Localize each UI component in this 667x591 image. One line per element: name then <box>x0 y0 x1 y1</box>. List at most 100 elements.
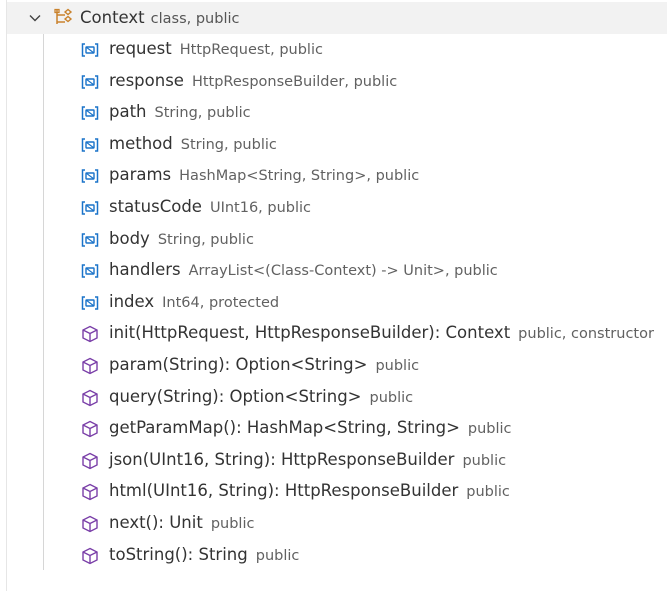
member-label: toString(): String <box>109 544 248 564</box>
outline-method-item[interactable]: param(String): Option<String> public <box>7 350 667 381</box>
method-icon-glyph <box>82 357 98 375</box>
method-icon <box>80 483 100 501</box>
method-icon <box>80 515 100 533</box>
method-icon-glyph <box>82 484 98 501</box>
outline-item-text: init(HttpRequest, HttpResponseBuilder): … <box>109 323 654 342</box>
field-icon-glyph <box>81 296 99 310</box>
member-detail: String, public <box>157 231 254 248</box>
member-detail: String, public <box>154 105 251 122</box>
member-label: json(UInt16, String): HttpResponseBuilde… <box>109 449 455 469</box>
method-icon <box>80 452 100 470</box>
member-detail: public <box>375 358 420 374</box>
member-detail: public <box>462 452 507 469</box>
outline-field-item[interactable]: body String, public <box>7 224 667 255</box>
outline-item-text: body String, public <box>109 229 254 248</box>
field-icon-glyph <box>81 106 99 120</box>
outline-field-item[interactable]: statusCode UInt16, public <box>7 192 667 223</box>
field-icon-glyph <box>81 43 99 57</box>
outline-method-item[interactable]: query(String): Option<String> public <box>7 382 667 413</box>
member-detail: Int64, protected <box>162 294 280 311</box>
method-icon <box>80 325 100 343</box>
method-icon <box>80 420 100 438</box>
method-icon <box>80 389 100 407</box>
outline-item-text: path String, public <box>109 102 251 121</box>
member-label: init(HttpRequest, HttpResponseBuilder): … <box>109 323 511 343</box>
outline-method-item[interactable]: html(UInt16, String): HttpResponseBuilde… <box>7 476 667 507</box>
field-icon-glyph <box>81 169 99 184</box>
outline-method-item[interactable]: getParamMap(): HashMap<String, String> pu… <box>7 413 667 444</box>
field-icon-glyph <box>81 201 99 215</box>
member-label: path <box>109 102 147 122</box>
outline-item-text: statusCode UInt16, public <box>109 197 311 216</box>
outline-item-text: params HashMap<String, String>, public <box>109 165 419 184</box>
member-label: handlers <box>109 260 181 280</box>
member-detail: HttpResponseBuilder, public <box>191 73 398 90</box>
member-detail: public <box>466 484 510 501</box>
outline-field-item[interactable]: path String, public <box>7 97 667 128</box>
outline-item-text: json(UInt16, String): HttpResponseBuilde… <box>109 450 506 469</box>
member-label: param(String): Option<String> <box>109 355 368 374</box>
member-label: query(String): Option<String> <box>109 386 362 406</box>
field-icon <box>80 73 100 91</box>
member-detail: public <box>255 547 300 564</box>
field-icon-glyph <box>81 264 99 278</box>
field-icon-glyph <box>81 138 99 152</box>
method-icon-glyph <box>82 389 98 406</box>
outline-field-item[interactable]: index Int64, protected <box>7 287 667 318</box>
outline-item-text: getParamMap(): HashMap<String, String> pu… <box>109 418 512 437</box>
member-label: statusCode <box>109 197 202 216</box>
field-icon <box>80 262 100 280</box>
outline-item-text: html(UInt16, String): HttpResponseBuilde… <box>109 481 510 500</box>
outline-method-item[interactable]: toString(): String public <box>7 540 667 571</box>
chevron-down-icon[interactable] <box>27 10 43 26</box>
member-label: getParamMap(): HashMap<String, String> <box>109 418 460 438</box>
field-icon <box>80 136 100 154</box>
field-icon <box>80 167 100 185</box>
outline-method-item[interactable]: next(): Unit public <box>7 508 667 539</box>
member-detail: HttpRequest, public <box>179 42 323 58</box>
outline-panel: Context class, public request HttpRequest,… <box>6 0 667 591</box>
field-icon <box>80 104 100 122</box>
method-icon-glyph <box>82 326 98 343</box>
outline-class-node[interactable]: Context class, public <box>7 2 667 34</box>
field-icon-glyph <box>81 232 99 247</box>
method-icon-glyph <box>82 452 98 470</box>
member-detail: public <box>467 421 512 438</box>
member-label: body <box>109 228 150 248</box>
method-icon-glyph <box>82 420 98 438</box>
method-icon-glyph <box>82 515 98 533</box>
member-label: next(): Unit <box>109 513 203 532</box>
member-label: html(UInt16, String): HttpResponseBuilde… <box>109 481 459 501</box>
outline-field-item[interactable]: request HttpRequest, public <box>7 34 667 65</box>
method-icon <box>80 357 100 375</box>
outline-item-text: toString(): String public <box>109 545 299 564</box>
field-icon <box>80 231 100 249</box>
outline-item-text: next(): Unit public <box>109 513 254 532</box>
outline-item-text: handlers ArrayList<(Class-Context) -> Uni… <box>109 260 498 279</box>
outline-field-item[interactable]: method String, public <box>7 129 667 160</box>
outline-field-item[interactable]: params HashMap<String, String>, public <box>7 160 667 191</box>
outline-field-item[interactable]: handlers ArrayList<(Class-Context) -> Uni… <box>7 255 667 286</box>
outline-field-item[interactable]: response HttpResponseBuilder, public <box>7 66 667 97</box>
member-detail: public, constructor <box>518 326 654 343</box>
class-name: Context <box>80 8 145 27</box>
outline-item-text: request HttpRequest, public <box>109 39 323 58</box>
method-icon <box>80 547 100 565</box>
member-label: response <box>109 70 184 90</box>
field-icon <box>80 294 100 312</box>
outline-method-item[interactable]: json(UInt16, String): HttpResponseBuilde… <box>7 445 667 476</box>
member-detail: ArrayList<(Class-Context) -> Unit>, publ… <box>188 263 498 280</box>
member-label: params <box>109 165 172 185</box>
method-icon-glyph <box>82 547 98 564</box>
member-detail: HashMap<String, String>, public <box>179 168 420 185</box>
member-detail: String, public <box>180 136 277 153</box>
member-label: method <box>109 133 173 153</box>
member-detail: UInt16, public <box>209 200 312 216</box>
field-icon <box>80 199 100 217</box>
outline-item-text: method String, public <box>109 134 277 153</box>
outline-item-text: param(String): Option<String> public <box>109 355 419 374</box>
outline-method-item[interactable]: init(HttpRequest, HttpResponseBuilder): … <box>7 318 667 349</box>
member-label: index <box>109 291 155 311</box>
class-detail: class, public <box>150 11 240 27</box>
field-icon <box>80 41 100 59</box>
